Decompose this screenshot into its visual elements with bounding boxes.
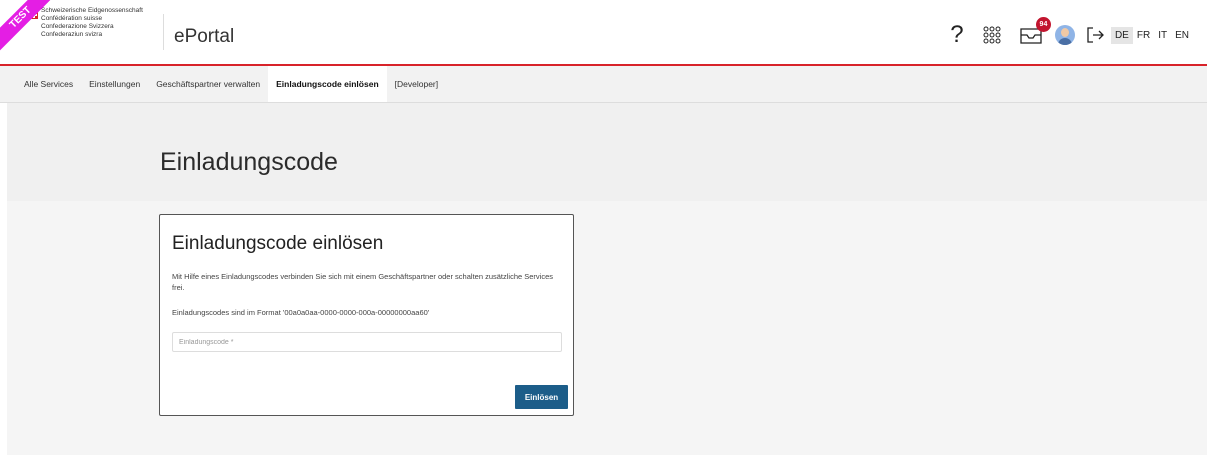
page-hero: Einladungscode: [7, 103, 1207, 201]
nav-item-developer[interactable]: [Developer]: [387, 66, 446, 102]
confederation-line-rm: Confederaziun svizra: [41, 31, 103, 38]
header-divider: [163, 14, 164, 50]
app-name[interactable]: ePortal: [174, 26, 234, 48]
main-nav: Alle Services Einstellungen Geschäftspar…: [0, 66, 1207, 103]
avatar[interactable]: [1054, 25, 1075, 45]
card-title: Einladungscode einlösen: [172, 233, 384, 254]
confederation-line-fr: Confédération suisse: [41, 15, 103, 22]
inbox-button[interactable]: 94: [1019, 17, 1051, 45]
invitation-code-input[interactable]: [172, 332, 562, 352]
apps-grid-icon[interactable]: [982, 25, 1002, 45]
invitation-code-card: Einladungscode einlösen Mit Hilfe eines …: [159, 214, 574, 416]
logout-icon[interactable]: [1085, 25, 1105, 45]
header-actions: ? 94 DE FR IT EN: [946, 17, 1193, 50]
confederation-line-it: Confederazione Svizzera: [41, 23, 114, 30]
lang-de[interactable]: DE: [1110, 26, 1133, 44]
redeem-button[interactable]: Einlösen: [515, 385, 568, 409]
lang-fr[interactable]: FR: [1133, 27, 1154, 44]
card-description: Mit Hilfe eines Einladungscodes verbinde…: [172, 272, 554, 292]
lang-it[interactable]: IT: [1154, 27, 1171, 44]
header: Schweizerische Eidgenossenschaft Confédé…: [0, 0, 1207, 64]
confederation-line-de: Schweizerische Eidgenossenschaft: [41, 7, 143, 14]
nav-item-einstellungen[interactable]: Einstellungen: [81, 66, 148, 102]
nav-item-geschaeftspartner[interactable]: Geschäftspartner verwalten: [148, 66, 268, 102]
format-hint: Einladungscodes sind im Format '00a0a0aa…: [172, 308, 430, 317]
nav-item-einladungscode[interactable]: Einladungscode einlösen: [268, 66, 387, 102]
page-title: Einladungscode: [160, 148, 338, 176]
nav-item-alle-services[interactable]: Alle Services: [0, 66, 81, 102]
help-icon[interactable]: ?: [946, 21, 968, 49]
confederation-logo: Schweizerische Eidgenossenschaft Confédé…: [41, 7, 143, 39]
notification-badge: 94: [1035, 17, 1051, 32]
lang-en[interactable]: EN: [1171, 27, 1193, 44]
